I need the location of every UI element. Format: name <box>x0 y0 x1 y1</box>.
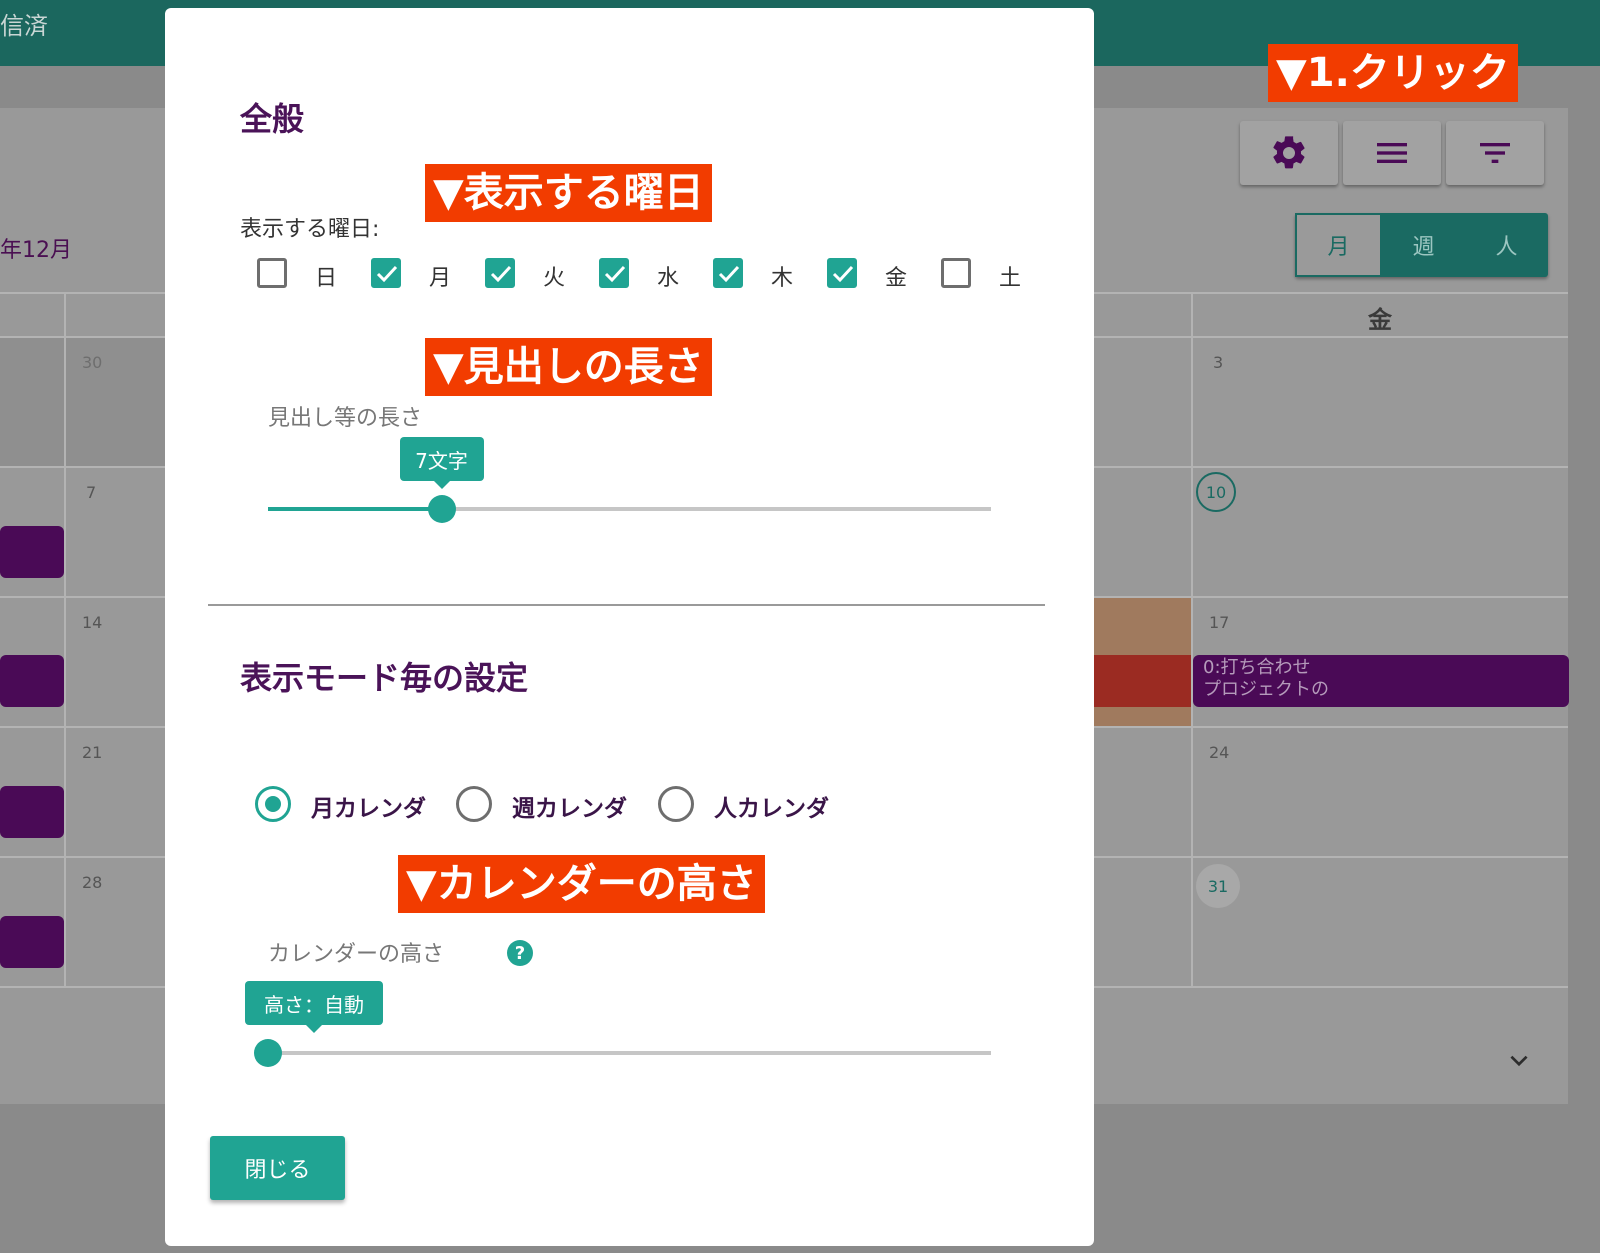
event-bar[interactable] <box>0 526 64 578</box>
menu-button[interactable] <box>1343 121 1441 185</box>
weekday-checkbox[interactable] <box>257 258 287 288</box>
settings-button[interactable] <box>1240 121 1338 185</box>
slider-value-tooltip: 高さ：自動 <box>245 981 383 1033</box>
checkmark-icon <box>718 265 740 283</box>
filter-button[interactable] <box>1446 121 1544 185</box>
slider-fill <box>268 507 442 511</box>
annotation-heading-length: ▼見出しの長さ <box>425 338 712 396</box>
weekday-label: 月 <box>429 266 452 291</box>
weekday-label: 木 <box>771 266 794 291</box>
filter-icon <box>1480 143 1510 163</box>
month-title: 年12月 <box>0 238 72 263</box>
gear-icon <box>1273 136 1305 169</box>
mode-radio[interactable] <box>456 786 492 822</box>
mode-radio[interactable] <box>255 786 291 822</box>
checkmark-icon <box>832 265 854 283</box>
slider-value-tooltip: 7文字 <box>399 437 484 489</box>
event-bar[interactable] <box>0 916 64 968</box>
slider-track[interactable] <box>268 1051 991 1055</box>
event-bar[interactable]: 0:打ち合わせ プロジェクトの <box>1193 655 1569 707</box>
event-subtitle: プロジェクトの <box>1203 679 1329 700</box>
heading-length-label: 見出し等の長さ <box>268 406 423 431</box>
weekday-checkbox[interactable] <box>599 258 629 288</box>
calendar-height-label: カレンダーの高さ <box>268 942 445 967</box>
mode-section-title: 表示モード毎の設定 <box>240 659 529 697</box>
weekday-checkbox[interactable] <box>941 258 971 288</box>
weekday-checkbox[interactable] <box>371 258 401 288</box>
weekday-checkbox[interactable] <box>713 258 743 288</box>
topbar-text: 信済 <box>0 12 48 40</box>
settings-dialog: 全般 表示する曜日: ▼表示する曜日 日 月 火 水 木 金 土 ▼見出しの長さ… <box>165 8 1094 1246</box>
day-number: 14 <box>82 613 103 632</box>
help-icon[interactable]: ? <box>507 940 533 966</box>
mode-label: 月カレンダ <box>311 796 426 822</box>
annotation-weekdays: ▼表示する曜日 <box>425 164 712 222</box>
event-bar[interactable] <box>0 786 64 838</box>
grid-line <box>1191 292 1193 988</box>
weekday-label: 火 <box>543 266 566 291</box>
day-number: 7 <box>86 483 97 502</box>
event-title: 0:打ち合わせ <box>1203 657 1311 678</box>
slider-thumb[interactable] <box>254 1039 282 1067</box>
day-number: 28 <box>82 873 103 892</box>
view-month-button[interactable]: 月 <box>1295 213 1382 277</box>
weekday-label: 日 <box>315 266 338 291</box>
annotation-click: ▼1.クリック <box>1268 44 1518 102</box>
checkmark-icon <box>604 265 626 283</box>
day-number: 17 <box>1209 613 1230 632</box>
day-number: 3 <box>1213 353 1224 372</box>
mode-label: 人カレンダ <box>714 796 829 822</box>
event-bar <box>1094 655 1191 707</box>
annotation-calendar-height: ▼カレンダーの高さ <box>398 855 765 913</box>
chevron-down-icon[interactable] <box>1506 1048 1532 1074</box>
day-number-highlight[interactable]: 31 <box>1196 864 1240 908</box>
checkmark-icon <box>376 265 398 283</box>
weekday-label: 土 <box>999 266 1022 291</box>
weekday-checkbox[interactable] <box>827 258 857 288</box>
prev-month-cell <box>0 338 64 466</box>
mode-label: 週カレンダ <box>512 796 627 822</box>
checkmark-icon <box>490 265 512 283</box>
day-number: 30 <box>82 353 103 372</box>
view-toggle: 月 週 人 <box>1295 213 1548 277</box>
view-week-button[interactable]: 週 <box>1382 213 1465 277</box>
weekday-label: 水 <box>657 266 680 291</box>
weekday-checkbox[interactable] <box>485 258 515 288</box>
weekday-label: 金 <box>885 266 908 291</box>
event-bar[interactable] <box>0 655 64 707</box>
general-section-title: 全般 <box>240 100 305 138</box>
menu-icon <box>1377 143 1407 163</box>
weekdays-label: 表示する曜日: <box>240 217 380 242</box>
day-number: 21 <box>82 743 103 762</box>
section-divider <box>208 604 1045 606</box>
day-number: 24 <box>1209 743 1230 762</box>
today-day-number[interactable]: 10 <box>1196 472 1236 512</box>
close-button[interactable]: 閉じる <box>210 1136 345 1200</box>
prev-month-cell <box>66 338 166 466</box>
view-person-button[interactable]: 人 <box>1465 213 1548 277</box>
slider-thumb[interactable] <box>427 495 456 523</box>
mode-radio[interactable] <box>658 786 694 822</box>
weekday-header-fri: 金 <box>1368 306 1392 334</box>
